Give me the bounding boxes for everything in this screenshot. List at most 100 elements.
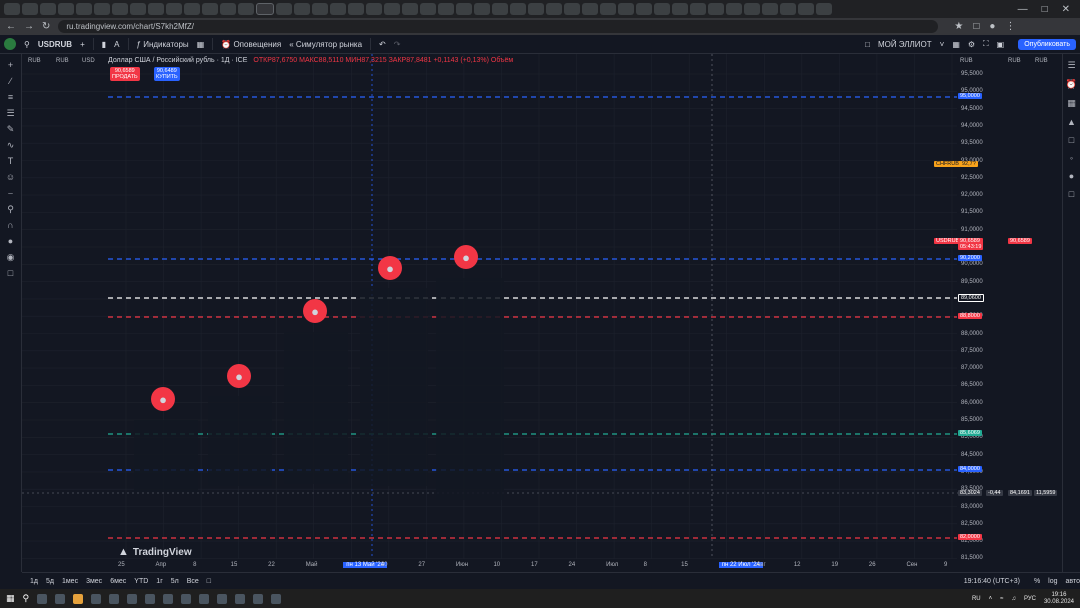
lock-icon[interactable]: ● xyxy=(6,236,16,246)
alerts-icon[interactable]: ⏰ xyxy=(1066,79,1077,90)
browser-tab[interactable] xyxy=(112,3,128,15)
browser-tab[interactable] xyxy=(312,3,328,15)
fullscreen-icon[interactable]: ⛶ xyxy=(983,39,989,49)
browser-tab[interactable] xyxy=(798,3,814,15)
trash-icon[interactable]: □ xyxy=(6,268,16,278)
economic-event-marker[interactable]: ● xyxy=(454,245,478,269)
timeframe-button[interactable]: YTD xyxy=(134,578,148,585)
browser-app-icon[interactable] xyxy=(73,593,84,604)
data-window-icon[interactable]: ▦ xyxy=(1067,98,1076,109)
crosshair-icon[interactable]: + xyxy=(6,60,16,70)
browser-tab[interactable] xyxy=(726,3,742,15)
app-icon[interactable] xyxy=(235,593,246,604)
browser-tab[interactable] xyxy=(618,3,634,15)
templates-icon[interactable]: ▦ xyxy=(197,40,205,49)
brush-icon[interactable]: ✎ xyxy=(6,124,16,134)
browser-tab[interactable] xyxy=(94,3,110,15)
browser-tab[interactable] xyxy=(148,3,164,15)
redo-icon[interactable]: ↷ xyxy=(394,40,401,49)
magnet-icon[interactable]: ∩ xyxy=(6,220,16,230)
browser-tab[interactable] xyxy=(762,3,778,15)
chart-canvas[interactable] xyxy=(22,54,1062,572)
economic-event-marker[interactable]: ● xyxy=(303,299,327,323)
price-chart[interactable]: RUB RUB USD RUB RUB RUB Доллар США / Рос… xyxy=(22,54,1062,572)
timeframe-button[interactable]: 1г xyxy=(156,578,162,585)
wifi-icon[interactable]: ≈ xyxy=(1000,596,1003,602)
minimize-icon[interactable]: — xyxy=(1018,4,1028,15)
percent-toggle[interactable]: % xyxy=(1034,578,1040,585)
browser-tab[interactable] xyxy=(276,3,292,15)
browser-tab[interactable] xyxy=(220,3,236,15)
system-clock[interactable]: 19:16 30.08.2024 xyxy=(1044,592,1074,606)
browser-tab[interactable] xyxy=(546,3,562,15)
alerts-button[interactable]: ⏰ Оповещения xyxy=(221,40,281,49)
app-icon[interactable] xyxy=(127,593,138,604)
browser-tab[interactable] xyxy=(348,3,364,15)
notifications-icon[interactable]: ● xyxy=(1069,171,1074,181)
browser-tab[interactable] xyxy=(582,3,598,15)
horizontal-lines-icon[interactable]: ≡ xyxy=(6,92,16,102)
browser-tab[interactable] xyxy=(690,3,706,15)
sell-button[interactable]: 90,6589 ПРОДАТЬ xyxy=(110,67,140,81)
timeframe-button[interactable]: 1мес xyxy=(62,578,78,585)
app-icon[interactable] xyxy=(145,593,156,604)
auto-toggle[interactable]: авто xyxy=(1066,578,1080,585)
zoom-icon[interactable]: ⚲ xyxy=(6,204,16,214)
left-scale-label[interactable]: USD xyxy=(82,58,95,64)
app-icon[interactable] xyxy=(109,593,120,604)
browser-tab[interactable] xyxy=(402,3,418,15)
browser-tab[interactable] xyxy=(166,3,182,15)
ideas-icon[interactable]: ◦ xyxy=(1070,153,1073,163)
app-icon[interactable] xyxy=(55,593,66,604)
browser-tab[interactable] xyxy=(780,3,796,15)
economic-event-marker[interactable]: ● xyxy=(378,256,402,280)
browser-tab[interactable] xyxy=(510,3,526,15)
user-avatar[interactable] xyxy=(4,38,16,50)
layout-name[interactable]: МОЙ ЭЛЛИОТ xyxy=(878,40,932,49)
search-icon[interactable]: ⚲ xyxy=(24,40,30,49)
economic-event-marker[interactable]: ● xyxy=(227,364,251,388)
browser-tab[interactable] xyxy=(564,3,580,15)
economic-event-marker[interactable]: ● xyxy=(151,387,175,411)
browser-tab[interactable] xyxy=(492,3,508,15)
tradingview-logo[interactable]: ▲ TradingView xyxy=(118,546,192,558)
browser-tab[interactable] xyxy=(22,3,38,15)
browser-tab[interactable] xyxy=(708,3,724,15)
browser-tab-active[interactable] xyxy=(256,3,274,15)
log-toggle[interactable]: log xyxy=(1048,578,1057,585)
browser-tab[interactable] xyxy=(438,3,454,15)
browser-tab[interactable] xyxy=(528,3,544,15)
browser-tab[interactable] xyxy=(366,3,382,15)
app-icon[interactable] xyxy=(181,593,192,604)
browser-tab[interactable] xyxy=(384,3,400,15)
timeframe-button[interactable]: Все xyxy=(187,578,199,585)
chevron-up-icon[interactable]: ˄ xyxy=(989,596,993,602)
hotlist-icon[interactable]: ▲ xyxy=(1067,117,1076,127)
browser-tab[interactable] xyxy=(654,3,670,15)
bookmark-star-icon[interactable]: ★ xyxy=(954,21,963,32)
legend-title[interactable]: Доллар США / Российский рубль · 1Д · ICE xyxy=(108,57,247,64)
left-scale-label[interactable]: RUB xyxy=(56,58,69,64)
maximize-icon[interactable]: □ xyxy=(1042,4,1048,15)
browser-tab[interactable] xyxy=(420,3,436,15)
browser-tab[interactable] xyxy=(600,3,616,15)
close-icon[interactable]: ✕ xyxy=(1062,4,1070,15)
settings-icon[interactable]: ⚙ xyxy=(968,40,975,49)
bar-style-icon[interactable]: ▮ xyxy=(102,40,106,49)
browser-tab[interactable] xyxy=(816,3,832,15)
browser-tab[interactable] xyxy=(202,3,218,15)
timeframe-button[interactable]: 3мес xyxy=(86,578,102,585)
timeframe-button[interactable]: 5д xyxy=(46,578,54,585)
publish-button[interactable]: Опубликовать xyxy=(1018,38,1076,50)
extensions-icon[interactable]: □ xyxy=(973,21,979,32)
windows-start-icon[interactable]: ▦ xyxy=(6,593,15,604)
symbol-search[interactable]: USDRUB xyxy=(38,40,72,49)
app-icon[interactable] xyxy=(199,593,210,604)
app-icon[interactable] xyxy=(37,593,48,604)
browser-tab[interactable] xyxy=(4,3,20,15)
right-scale-label[interactable]: RUB xyxy=(1035,58,1048,64)
volume-icon[interactable]: ♫ xyxy=(1011,596,1016,602)
search-icon[interactable]: ⚲ xyxy=(23,593,30,604)
browser-tab[interactable] xyxy=(76,3,92,15)
trendline-icon[interactable]: ∕ xyxy=(6,76,16,86)
